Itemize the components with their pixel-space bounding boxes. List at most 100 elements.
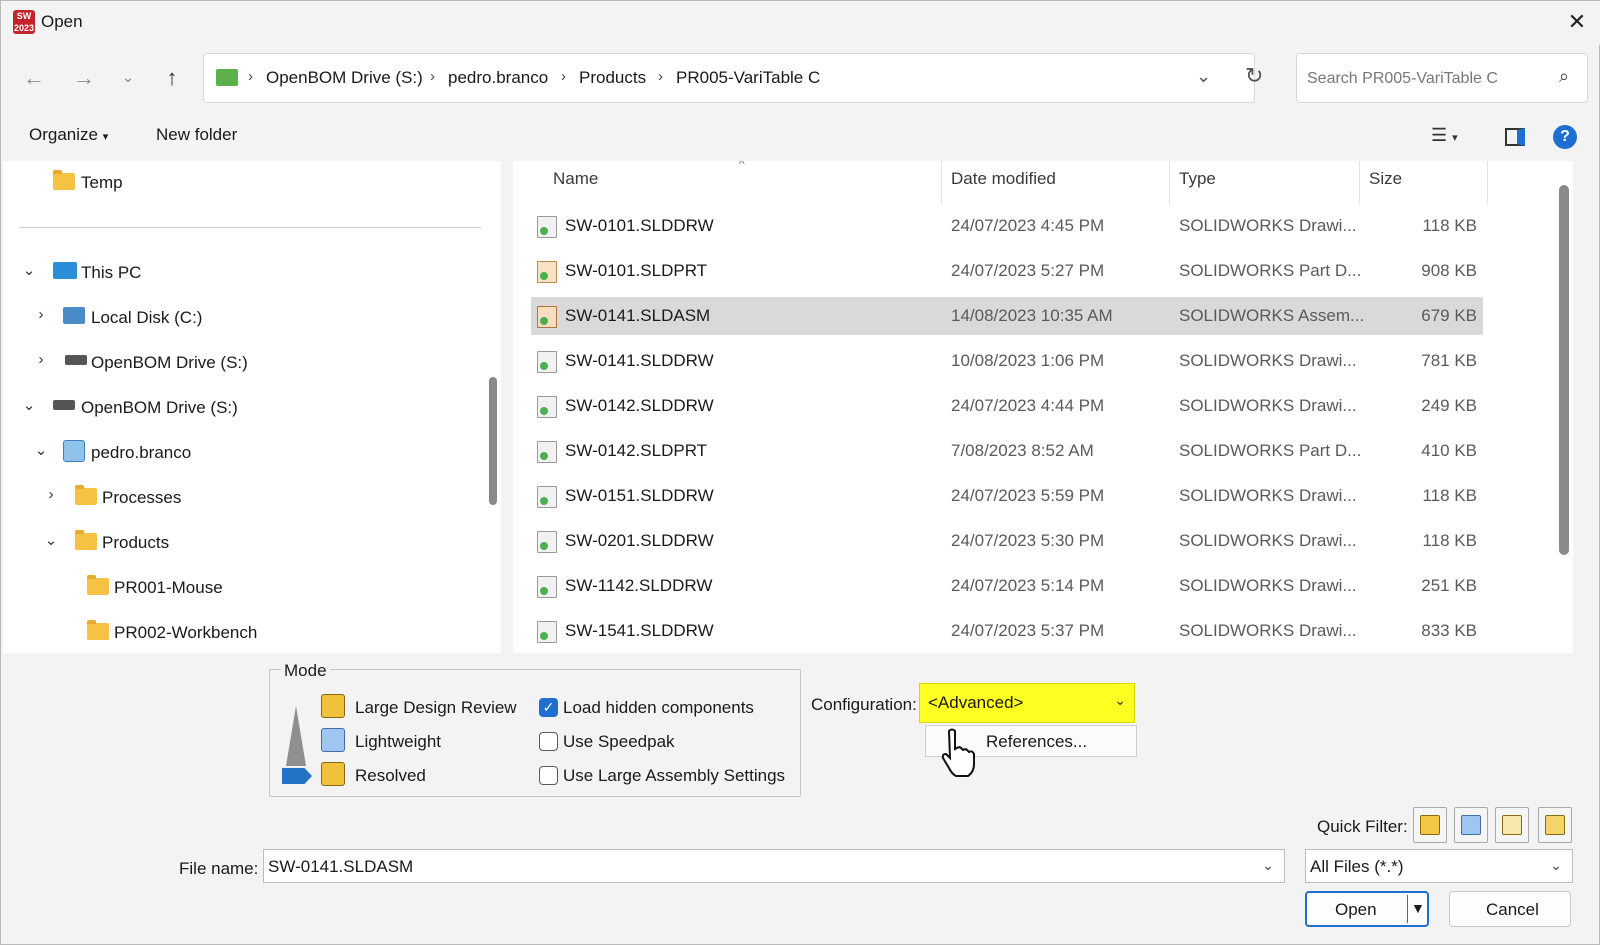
file-row[interactable]: SW-0142.SLDPRT 7/08/2023 8:52 AM SOLIDWO… xyxy=(531,432,1483,470)
file-type-select[interactable]: All Files (*.*) ⌄ xyxy=(1305,849,1573,883)
breadcrumb-openbom-drive[interactable]: OpenBOM Drive (S:) xyxy=(266,68,423,88)
solidworks-logo-icon: SW 2023 xyxy=(13,10,35,34)
use-large-assembly-settings-checkbox[interactable] xyxy=(539,766,558,785)
breadcrumb-current-folder[interactable]: PR005-VariTable C xyxy=(676,68,820,88)
view-options-icon[interactable]: ☰ ▾ xyxy=(1431,125,1458,146)
tree-item-openbom-drive-expanded[interactable]: ⌄ OpenBOM Drive (S:) xyxy=(3,390,483,426)
title-bar: SW 2023 Open ✕ xyxy=(1,1,1600,45)
column-header-date-modified[interactable]: Date modified xyxy=(951,169,1056,189)
column-header-type[interactable]: Type xyxy=(1179,169,1216,189)
file-name-input[interactable]: SW-0141.SLDASM ⌄ xyxy=(263,849,1285,883)
file-row[interactable]: SW-1142.SLDDRW 24/07/2023 5:14 PM SOLIDW… xyxy=(531,567,1483,605)
chevron-down-icon[interactable]: ⌄ xyxy=(1262,857,1274,874)
column-divider[interactable] xyxy=(1359,161,1360,205)
tree-item-temp[interactable]: Temp xyxy=(3,165,483,201)
navigation-pane: Temp ⌄ This PC › Local Disk (C:) › OpenB… xyxy=(3,161,501,653)
load-hidden-components-checkbox[interactable]: ✓ xyxy=(539,698,558,717)
chevron-down-icon[interactable]: ⌄ xyxy=(33,441,49,459)
chevron-right-icon[interactable]: › xyxy=(43,486,59,503)
file-row[interactable]: SW-1541.SLDDRW 24/07/2023 5:37 PM SOLIDW… xyxy=(531,612,1483,650)
search-input[interactable] xyxy=(1307,66,1547,92)
tree-item-pedro-branco[interactable]: ⌄ pedro.branco xyxy=(3,435,483,471)
organize-button[interactable]: Organize ▾ xyxy=(29,125,108,145)
window-title: Open xyxy=(41,12,83,31)
drawing-file-icon xyxy=(537,486,557,508)
use-large-assembly-settings-label[interactable]: Use Large Assembly Settings xyxy=(563,766,785,786)
folder-icon xyxy=(75,530,97,550)
column-header-size[interactable]: Size xyxy=(1369,169,1402,189)
pc-icon xyxy=(53,262,77,279)
tree-item-local-disk[interactable]: › Local Disk (C:) xyxy=(3,300,483,336)
search-icon[interactable]: ⌕ xyxy=(1559,66,1569,87)
column-divider[interactable] xyxy=(1169,161,1170,205)
cancel-button[interactable]: Cancel xyxy=(1449,891,1571,927)
address-dropdown-icon[interactable]: ⌄ xyxy=(1196,66,1211,87)
search-box[interactable]: ⌕ xyxy=(1296,53,1588,103)
file-row[interactable]: SW-0101.SLDPRT 24/07/2023 5:27 PM SOLIDW… xyxy=(531,252,1483,290)
chevron-down-icon[interactable]: ⌄ xyxy=(43,531,59,549)
open-button[interactable]: Open ▼ xyxy=(1305,891,1429,927)
refresh-icon[interactable]: ↻ xyxy=(1245,63,1263,89)
arrow-right-icon[interactable]: → xyxy=(67,61,101,95)
drawing-filter-icon xyxy=(1502,815,1522,835)
mode-option-lightweight[interactable]: Lightweight xyxy=(355,732,441,752)
use-speedpak-label[interactable]: Use Speedpak xyxy=(563,732,675,752)
chevron-right-icon[interactable]: › xyxy=(33,306,49,323)
load-hidden-components-label[interactable]: Load hidden components xyxy=(563,698,754,718)
chevron-down-icon[interactable]: ⌄ xyxy=(21,396,37,414)
file-row[interactable]: SW-0201.SLDDRW 24/07/2023 5:30 PM SOLIDW… xyxy=(531,522,1483,560)
chevron-right-icon[interactable]: › xyxy=(33,351,49,368)
drawing-file-icon xyxy=(537,531,557,553)
tree-item-this-pc[interactable]: ⌄ This PC xyxy=(3,255,483,291)
tree-item-products[interactable]: ⌄ Products xyxy=(3,525,483,561)
tree-item-pr002-workbench[interactable]: PR002-Workbench xyxy=(3,615,483,651)
breadcrumb-products[interactable]: Products xyxy=(579,68,646,88)
arrow-up-icon[interactable]: ↑ xyxy=(155,61,189,95)
tree-item-openbom-drive[interactable]: › OpenBOM Drive (S:) xyxy=(3,345,483,381)
filter-top-level-button[interactable] xyxy=(1538,807,1572,843)
drive-icon xyxy=(53,400,75,410)
user-folder-icon xyxy=(63,440,85,462)
drive-icon xyxy=(216,69,238,86)
file-list-scrollbar[interactable] xyxy=(1559,185,1569,555)
tree-item-processes[interactable]: › Processes xyxy=(3,480,483,516)
chevron-down-icon[interactable]: ⌄ xyxy=(111,61,145,95)
assembly-file-icon xyxy=(537,306,557,328)
open-options-dropdown-icon[interactable]: ▼ xyxy=(1411,900,1425,916)
column-header-name[interactable]: Name xyxy=(553,169,598,189)
breadcrumb-pedro-branco[interactable]: pedro.branco xyxy=(448,68,548,88)
chevron-right-icon: › xyxy=(658,68,663,85)
chevron-down-icon[interactable]: ⌄ xyxy=(21,261,37,279)
file-row-selected[interactable]: SW-0141.SLDASM 14/08/2023 10:35 AM SOLID… xyxy=(531,297,1483,335)
folder-icon xyxy=(75,485,97,505)
top-level-filter-icon xyxy=(1545,815,1565,835)
preview-pane-icon[interactable] xyxy=(1505,128,1525,146)
file-list: ^ Name Date modified Type Size SW-0101.S… xyxy=(513,161,1573,653)
mode-level-wedge xyxy=(286,706,306,766)
column-divider[interactable] xyxy=(941,161,942,205)
navigation-scrollbar[interactable] xyxy=(489,377,497,505)
use-speedpak-checkbox[interactable] xyxy=(539,732,558,751)
part-filter-icon xyxy=(1420,815,1440,835)
close-icon[interactable]: ✕ xyxy=(1563,8,1591,36)
mode-option-resolved[interactable]: Resolved xyxy=(355,766,426,786)
file-row[interactable]: SW-0141.SLDDRW 10/08/2023 1:06 PM SOLIDW… xyxy=(531,342,1483,380)
filter-drawings-button[interactable] xyxy=(1495,807,1529,843)
file-row[interactable]: SW-0101.SLDDRW 24/07/2023 4:45 PM SOLIDW… xyxy=(531,207,1483,245)
lightweight-icon xyxy=(321,728,345,752)
configuration-select[interactable]: <Advanced> ⌄ xyxy=(919,683,1135,723)
file-row[interactable]: SW-0151.SLDDRW 24/07/2023 5:59 PM SOLIDW… xyxy=(531,477,1483,515)
address-bar[interactable]: › OpenBOM Drive (S:) › pedro.branco › Pr… xyxy=(203,53,1255,103)
drawing-file-icon xyxy=(537,621,557,643)
tree-item-pr001-mouse[interactable]: PR001-Mouse xyxy=(3,570,483,606)
arrow-left-icon[interactable]: ← xyxy=(17,61,51,95)
column-divider[interactable] xyxy=(1487,161,1488,205)
large-design-review-icon xyxy=(321,694,345,718)
help-icon[interactable]: ? xyxy=(1553,125,1577,149)
filter-parts-button[interactable] xyxy=(1413,807,1447,843)
new-folder-button[interactable]: New folder xyxy=(156,125,237,145)
mode-option-large-design-review[interactable]: Large Design Review xyxy=(355,698,517,718)
file-row[interactable]: SW-0142.SLDDRW 24/07/2023 4:44 PM SOLIDW… xyxy=(531,387,1483,425)
filter-assemblies-button[interactable] xyxy=(1454,807,1488,843)
drawing-file-icon xyxy=(537,396,557,418)
